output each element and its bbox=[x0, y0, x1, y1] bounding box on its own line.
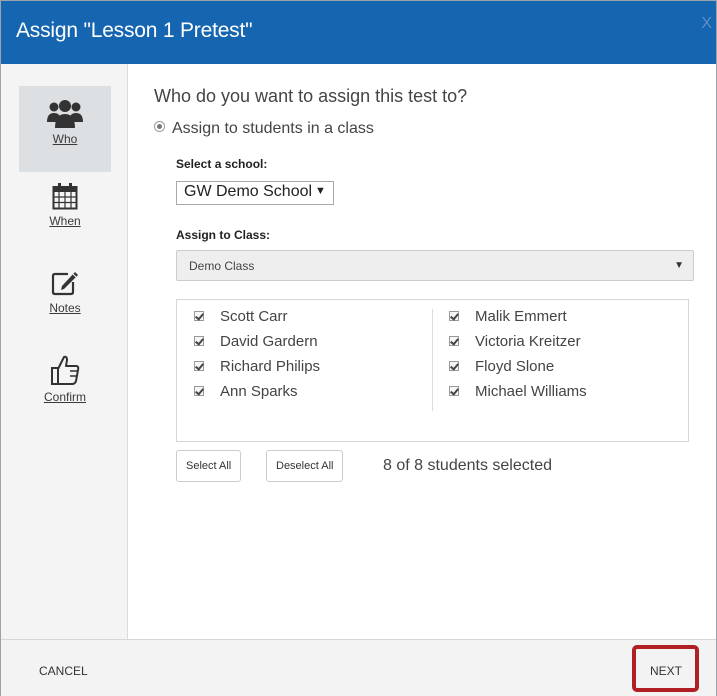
radio-selected-icon[interactable] bbox=[154, 121, 165, 132]
next-button[interactable]: NEXT bbox=[650, 664, 682, 678]
student-item[interactable]: Floyd Slone bbox=[449, 358, 587, 383]
student-item[interactable]: David Gardern bbox=[194, 333, 320, 358]
checkbox-checked-icon[interactable] bbox=[449, 386, 459, 396]
question-heading: Who do you want to assign this test to? bbox=[154, 86, 468, 106]
checkbox-checked-icon[interactable] bbox=[194, 336, 204, 346]
close-icon[interactable]: X bbox=[701, 15, 712, 33]
school-select[interactable]: GW Demo School ▼ bbox=[176, 181, 334, 205]
checkbox-checked-icon[interactable] bbox=[449, 311, 459, 321]
steps-sidebar: Who When Notes Confirm bbox=[1, 64, 128, 639]
calendar-icon bbox=[52, 183, 78, 210]
sidebar-item-notes[interactable]: Notes bbox=[19, 269, 111, 329]
sidebar-item-label: When bbox=[49, 214, 81, 228]
sidebar-item-label: Notes bbox=[49, 301, 81, 315]
sidebar-item-label: Confirm bbox=[43, 390, 86, 404]
edit-icon bbox=[51, 272, 78, 296]
caret-down-icon: ▼ bbox=[315, 185, 326, 197]
sidebar-item-who[interactable]: Who bbox=[19, 86, 111, 172]
sidebar-item-label: Who bbox=[52, 132, 78, 146]
thumbs-up-icon bbox=[51, 355, 80, 385]
cancel-button[interactable]: CANCEL bbox=[39, 664, 88, 678]
student-column-right: Malik Emmert Victoria Kreitzer Floyd Slo… bbox=[449, 308, 587, 408]
student-item[interactable]: Michael Williams bbox=[449, 383, 587, 408]
users-icon bbox=[47, 100, 83, 128]
assign-class-option[interactable]: Assign to students in a class bbox=[154, 120, 374, 138]
assign-class-label: Assign to students in a class bbox=[172, 120, 374, 137]
checkbox-checked-icon[interactable] bbox=[194, 311, 204, 321]
class-value: Demo Class bbox=[189, 259, 255, 273]
student-name: Scott Carr bbox=[220, 308, 288, 325]
column-divider bbox=[432, 309, 433, 411]
student-item[interactable]: Victoria Kreitzer bbox=[449, 333, 587, 358]
caret-down-icon: ▼ bbox=[674, 260, 684, 271]
next-highlight: NEXT bbox=[632, 645, 699, 692]
school-label: Select a school: bbox=[176, 157, 268, 171]
assign-dialog: Assign "Lesson 1 Pretest" X Who When Not… bbox=[0, 0, 717, 696]
dialog-footer: CANCEL NEXT bbox=[1, 639, 716, 696]
student-name: Victoria Kreitzer bbox=[475, 333, 581, 350]
class-label: Assign to Class: bbox=[176, 228, 271, 242]
assign-content: Who do you want to assign this test to? … bbox=[128, 64, 716, 639]
student-name: Ann Sparks bbox=[220, 383, 298, 400]
sidebar-item-when[interactable]: When bbox=[19, 182, 111, 242]
checkbox-checked-icon[interactable] bbox=[449, 336, 459, 346]
student-item[interactable]: Ann Sparks bbox=[194, 383, 320, 408]
selected-count: 8 of 8 students selected bbox=[383, 457, 552, 474]
dialog-title: Assign "Lesson 1 Pretest" bbox=[16, 19, 253, 42]
dialog-header: Assign "Lesson 1 Pretest" X bbox=[1, 1, 716, 64]
student-item[interactable]: Malik Emmert bbox=[449, 308, 587, 333]
student-column-left: Scott Carr David Gardern Richard Philips… bbox=[194, 308, 320, 408]
student-name: David Gardern bbox=[220, 333, 318, 350]
student-name: Richard Philips bbox=[220, 358, 321, 375]
class-select[interactable]: Demo Class ▼ bbox=[176, 250, 694, 281]
student-item[interactable]: Richard Philips bbox=[194, 358, 320, 383]
deselect-all-button[interactable]: Deselect All bbox=[266, 450, 344, 482]
student-list: Scott Carr David Gardern Richard Philips… bbox=[176, 299, 689, 442]
student-name: Malik Emmert bbox=[475, 308, 567, 325]
checkbox-checked-icon[interactable] bbox=[194, 386, 204, 396]
student-name: Michael Williams bbox=[475, 383, 587, 400]
select-all-button[interactable]: Select All bbox=[176, 450, 242, 482]
school-value: GW Demo School bbox=[184, 183, 313, 200]
checkbox-checked-icon[interactable] bbox=[449, 361, 459, 371]
student-item[interactable]: Scott Carr bbox=[194, 308, 320, 333]
sidebar-item-confirm[interactable]: Confirm bbox=[19, 354, 111, 424]
checkbox-checked-icon[interactable] bbox=[194, 361, 204, 371]
student-name: Floyd Slone bbox=[475, 358, 555, 375]
